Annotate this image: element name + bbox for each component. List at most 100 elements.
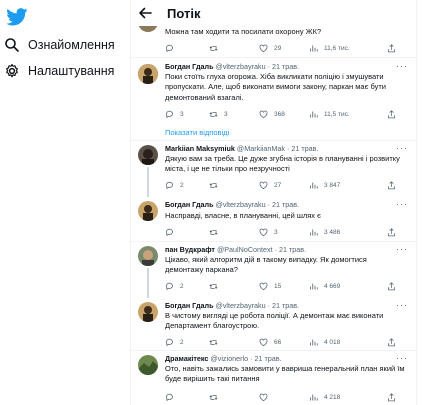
share-icon xyxy=(388,109,395,118)
share-icon xyxy=(388,227,395,236)
timeline-feed[interactable]: Можна там ходити та посилати охорону ЖК?… xyxy=(131,26,416,405)
avatar[interactable] xyxy=(138,302,158,322)
views-button[interactable]: 4 018 xyxy=(309,336,340,348)
share-button[interactable] xyxy=(387,336,402,348)
reply-count: 2 xyxy=(180,282,184,290)
reply-button[interactable]: 3 xyxy=(165,108,184,120)
views-icon xyxy=(310,45,318,51)
retweet-button[interactable] xyxy=(209,42,224,54)
more-options-icon[interactable]: ··· xyxy=(396,300,408,310)
avatar[interactable] xyxy=(138,201,158,221)
twitter-bird-icon[interactable] xyxy=(6,8,28,26)
reply-icon xyxy=(165,338,173,346)
tweet[interactable]: Дрaмaкітекс @vizionerlo · 21 трав. ··· О… xyxy=(131,351,416,405)
like-button[interactable]: 368 xyxy=(259,108,285,120)
author-name[interactable]: пан Вудкрафт xyxy=(165,245,215,254)
show-replies-link[interactable]: Показати відповіді xyxy=(165,128,229,137)
author-handle[interactable]: @vizionerlo · 21 трав. xyxy=(210,354,281,363)
retweet-count: 3 xyxy=(224,110,228,118)
views-count: 3 847 xyxy=(324,181,341,189)
retweet-button[interactable]: 3 xyxy=(209,108,228,120)
retweet-button[interactable] xyxy=(209,336,224,348)
avatar[interactable] xyxy=(138,64,158,84)
views-button[interactable]: 4 669 xyxy=(309,280,340,292)
back-arrow-icon[interactable] xyxy=(137,5,153,21)
author-handle[interactable]: @vlterzbayraku · 21 трав. xyxy=(216,301,300,310)
tweet[interactable]: Markiian Maksymiuk @MarkiianMak · 21 тра… xyxy=(131,141,416,197)
reply-button[interactable] xyxy=(165,391,180,403)
author-name[interactable]: Богдан Гдаль xyxy=(165,62,214,71)
sidebar: Ознайомлення Налаштування xyxy=(0,0,125,405)
tweet-actions: 2 27 3 847 xyxy=(165,179,405,191)
share-icon xyxy=(388,281,395,290)
like-count: 66 xyxy=(274,338,282,346)
heart-icon xyxy=(259,110,268,118)
tweet[interactable]: пан Вудкрафт @PaulNoContext · 21 трав. ·… xyxy=(131,242,416,298)
author-name[interactable]: Богдан Гдаль xyxy=(165,200,214,209)
reply-button[interactable]: 2 xyxy=(165,336,184,348)
views-button[interactable]: 11,5 тис. xyxy=(309,108,350,120)
tweet-text: Поки стоїть глуха огорожа. Хіба викликат… xyxy=(165,72,387,102)
avatar[interactable] xyxy=(138,355,158,375)
author-name[interactable]: Богдан Гдаль xyxy=(165,301,214,310)
share-icon xyxy=(388,392,395,401)
reply-button[interactable]: 2 xyxy=(165,280,184,292)
views-button[interactable]: 11,6 тис. xyxy=(309,42,350,54)
tweet-actions: 29 11,6 тис. xyxy=(165,42,405,54)
like-button[interactable]: 66 xyxy=(259,336,281,348)
reply-button[interactable] xyxy=(165,42,180,54)
share-button[interactable] xyxy=(387,226,402,238)
retweet-button[interactable] xyxy=(209,226,224,238)
share-button[interactable] xyxy=(387,280,402,292)
page-title: Потік xyxy=(167,5,201,21)
author-handle[interactable]: @vlterzbayraku · 21 трав. xyxy=(216,200,300,209)
retweet-button[interactable] xyxy=(209,391,224,403)
author-name[interactable]: Дрaмaкітекс xyxy=(165,354,208,363)
reply-icon xyxy=(165,110,173,118)
views-button[interactable]: 3 847 xyxy=(309,179,340,191)
thread-line xyxy=(147,268,149,298)
more-options-icon[interactable]: ··· xyxy=(396,244,408,254)
like-button[interactable]: 29 xyxy=(259,42,281,54)
views-button[interactable]: 4 218 xyxy=(309,391,340,403)
reply-button[interactable] xyxy=(165,226,180,238)
heart-icon xyxy=(259,44,268,52)
share-button[interactable] xyxy=(387,108,402,120)
author-handle[interactable]: @MarkiianMak · 21 трав. xyxy=(237,144,319,153)
reply-count: 2 xyxy=(180,181,184,189)
like-button[interactable]: 15 xyxy=(259,280,281,292)
avatar[interactable] xyxy=(138,145,158,165)
more-options-icon[interactable]: ··· xyxy=(396,61,408,71)
tweet[interactable]: Богдан Гдаль @vlterzbayraku · 21 трав. ·… xyxy=(131,58,416,137)
author-name[interactable]: Markiian Maksymiuk xyxy=(165,144,235,153)
sidebar-item-settings[interactable]: Налаштування xyxy=(4,60,114,82)
views-icon xyxy=(310,111,318,117)
more-options-icon[interactable]: ··· xyxy=(396,143,408,153)
author-handle[interactable]: @vlterzbayraku · 21 трав. xyxy=(216,62,300,71)
share-button[interactable] xyxy=(387,391,402,403)
retweet-button[interactable] xyxy=(209,280,224,292)
like-button[interactable]: 3 xyxy=(259,226,278,238)
retweet-button[interactable] xyxy=(209,179,224,191)
like-count: 368 xyxy=(274,110,285,118)
like-button[interactable]: 27 xyxy=(259,179,281,191)
author-handle[interactable]: @PaulNoContext · 21 трав. xyxy=(217,245,306,254)
avatar[interactable] xyxy=(138,26,158,32)
tweet[interactable]: Богдан Гдаль @vlterzbayraku · 21 трав. ·… xyxy=(131,197,416,241)
tweet-partial[interactable]: Можна там ходити та посилати охорону ЖК?… xyxy=(131,26,416,56)
tweet[interactable]: Богдан Гдаль @vlterzbayraku · 21 трав. ·… xyxy=(131,298,416,350)
more-options-icon[interactable]: ··· xyxy=(396,353,408,363)
heart-icon xyxy=(259,181,268,189)
sidebar-item-explore[interactable]: Ознайомлення xyxy=(4,34,115,56)
tweet-text: В чистому вигляді це робота поліції. А д… xyxy=(165,311,384,331)
reply-button[interactable]: 2 xyxy=(165,179,184,191)
share-button[interactable] xyxy=(387,42,402,54)
share-icon xyxy=(388,43,395,52)
tweet-header: Богдан Гдаль @vlterzbayraku · 21 трав. xyxy=(165,301,410,310)
reply-icon xyxy=(165,44,173,52)
like-button[interactable] xyxy=(259,391,274,403)
more-options-icon[interactable]: ··· xyxy=(396,199,408,209)
views-button[interactable]: 3 486 xyxy=(309,226,340,238)
share-button[interactable] xyxy=(387,179,402,191)
avatar[interactable] xyxy=(138,246,158,266)
